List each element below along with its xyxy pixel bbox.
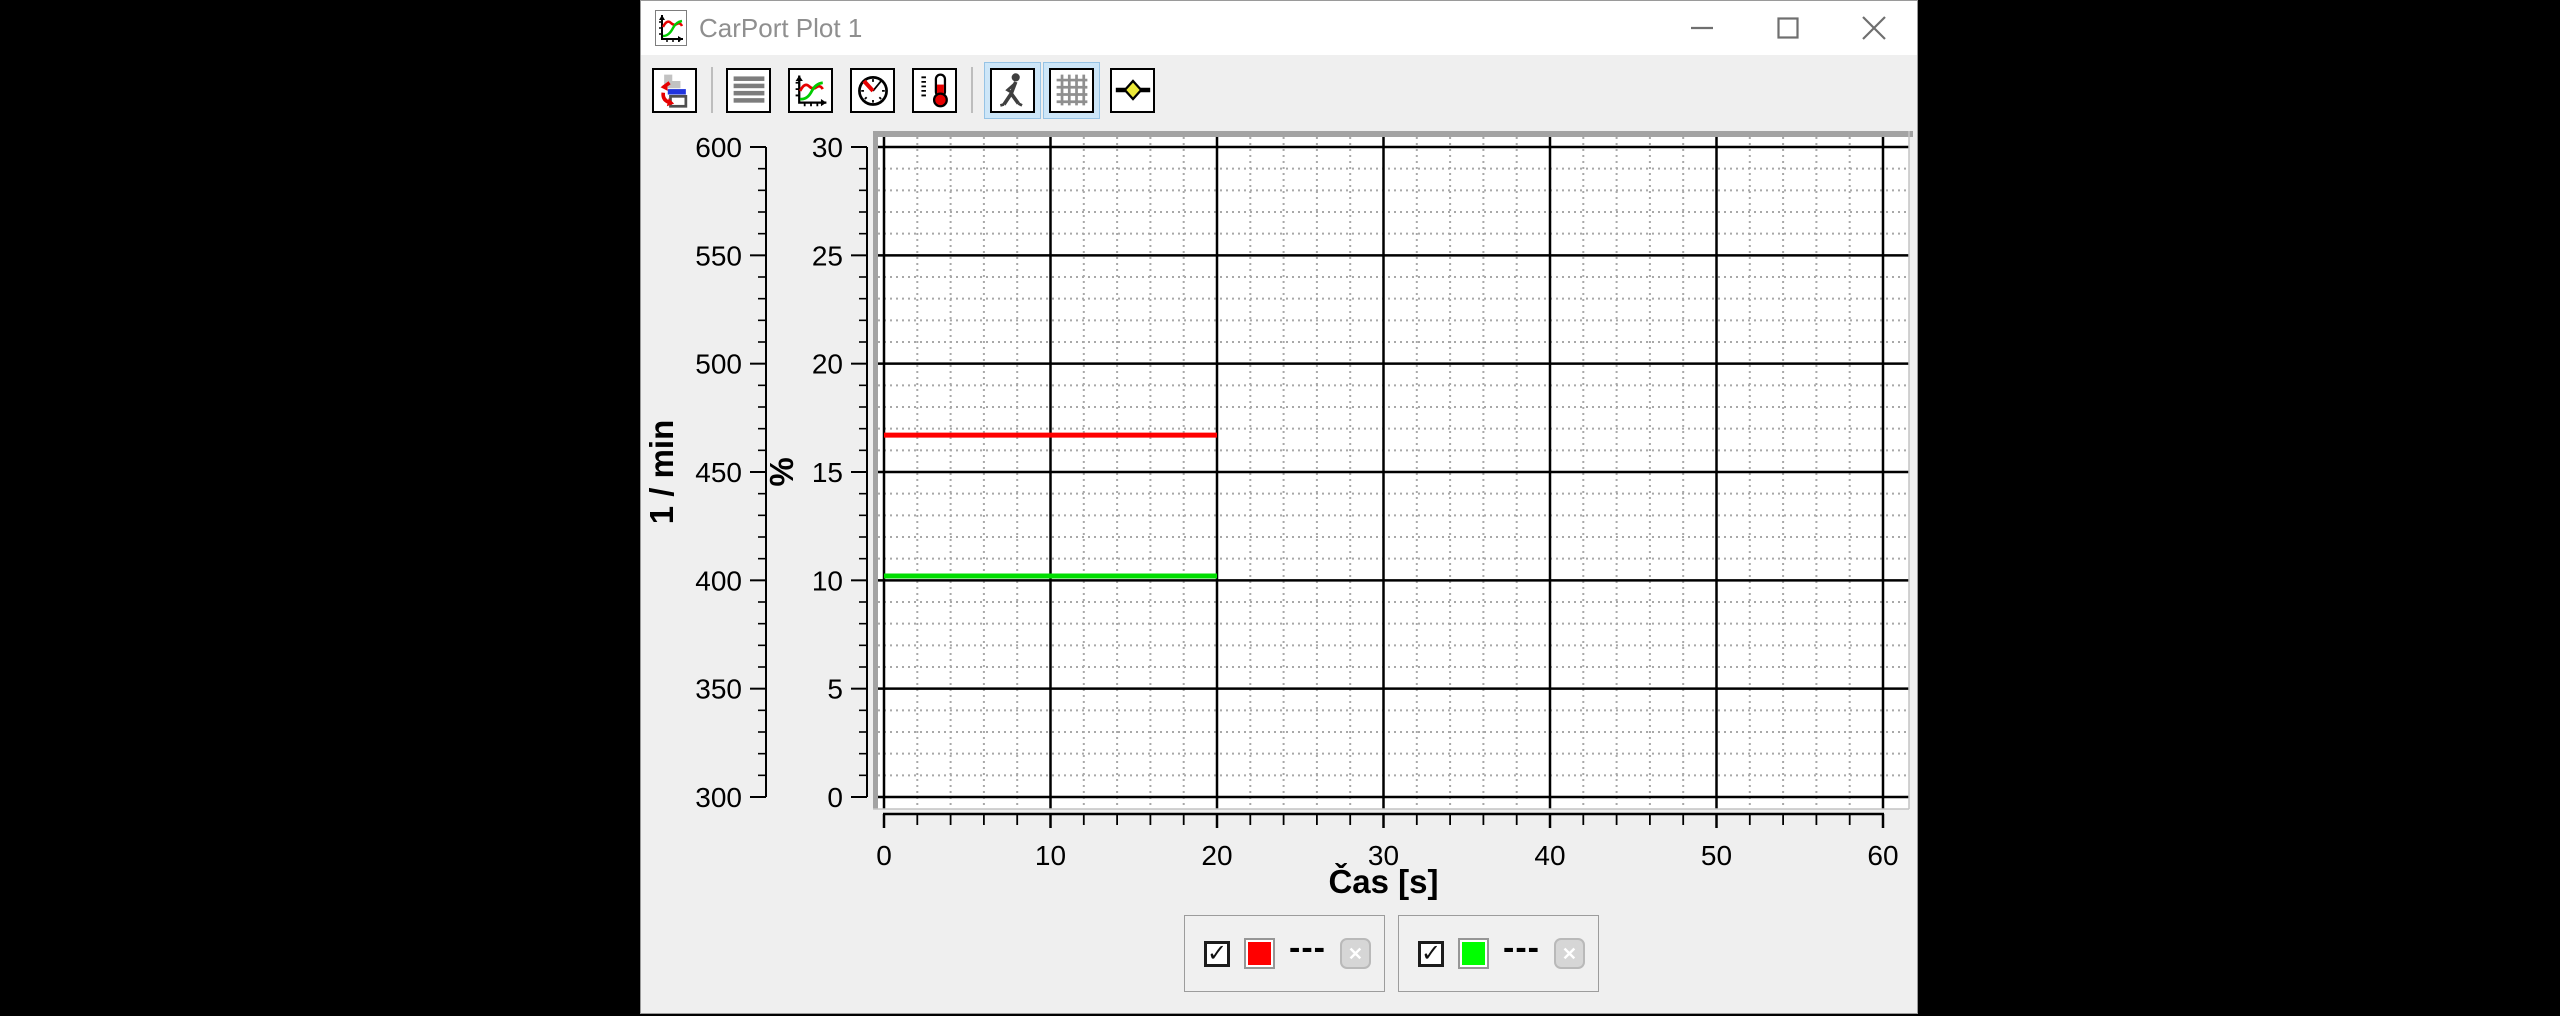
legend-item: ✓ --- ✕ [1398,915,1599,992]
svg-text:60: 60 [1867,840,1898,871]
toolbar-button-thermometer-view[interactable] [912,68,957,113]
svg-text:10: 10 [1035,840,1066,871]
grid-icon [1053,71,1091,109]
carport-plot-window: 0102030405060Čas [s]30035040045050055060… [640,0,1918,1014]
svg-text:400: 400 [695,565,742,596]
line-style-preview: --- [1289,929,1326,968]
svg-text:40: 40 [1534,840,1565,871]
active-highlight [1043,62,1100,119]
toolbar-button-data-transfer[interactable] [652,68,697,113]
maximize-button[interactable] [1745,1,1831,55]
toolbar-button-cursor-walker[interactable] [990,68,1035,113]
toolbar-button-gauge-view[interactable] [850,68,895,113]
diamond-marker-icon [1114,71,1152,109]
toolbar-separator [971,67,973,113]
svg-text:25: 25 [812,240,843,271]
series-color-swatch[interactable] [1458,938,1489,969]
desktop: { "window": { "title": "CarPort Plot 1",… [0,0,2560,1016]
svg-text:450: 450 [695,457,742,488]
svg-text:0: 0 [876,840,892,871]
minimize-button[interactable] [1659,1,1745,55]
svg-text:5: 5 [827,674,843,705]
toolbar [652,67,1155,113]
svg-text:20: 20 [1201,840,1232,871]
series-visible-checkbox[interactable]: ✓ [1204,941,1230,967]
legend-item: ✓ --- ✕ [1184,915,1385,992]
svg-text:30: 30 [812,132,843,163]
chart: 0102030405060Čas [s]30035040045050055060… [641,1,1918,1014]
title-bar[interactable]: CarPort Plot 1 [641,1,1917,55]
svg-text:20: 20 [812,349,843,380]
svg-text:15: 15 [812,457,843,488]
data-transfer-icon [656,71,694,109]
minimize-icon [1690,16,1714,40]
svg-text:%: % [763,457,800,486]
svg-text:600: 600 [695,132,742,163]
svg-text:50: 50 [1701,840,1732,871]
svg-text:300: 300 [695,782,742,813]
remove-series-button[interactable]: ✕ [1340,938,1371,969]
close-button[interactable] [1831,1,1917,55]
toolbar-button-value-list[interactable] [726,68,771,113]
toolbar-button-marker-toggle[interactable] [1110,68,1155,113]
toolbar-button-grid-toggle[interactable] [1049,68,1094,113]
series-visible-checkbox[interactable]: ✓ [1418,941,1444,967]
svg-text:550: 550 [695,240,742,271]
svg-text:350: 350 [695,674,742,705]
list-icon [730,71,768,109]
toolbar-separator [711,67,713,113]
active-highlight [984,62,1041,119]
close-icon [1861,15,1887,41]
thermometer-icon [916,71,954,109]
gauge-icon [854,71,892,109]
svg-text:10: 10 [812,565,843,596]
toolbar-button-plot-view[interactable] [788,68,833,113]
maximize-icon [1776,16,1800,40]
svg-text:1 / min: 1 / min [643,420,680,525]
series-color-swatch[interactable] [1244,938,1275,969]
app-icon [655,10,687,46]
svg-text:0: 0 [827,782,843,813]
line-style-preview: --- [1503,929,1540,968]
plot-icon [792,71,830,109]
svg-text:500: 500 [695,349,742,380]
window-controls [1659,1,1917,55]
window-title: CarPort Plot 1 [699,1,862,55]
walking-person-icon [994,71,1032,109]
remove-series-button[interactable]: ✕ [1554,938,1585,969]
svg-text:Čas [s]: Čas [s] [1328,862,1438,900]
